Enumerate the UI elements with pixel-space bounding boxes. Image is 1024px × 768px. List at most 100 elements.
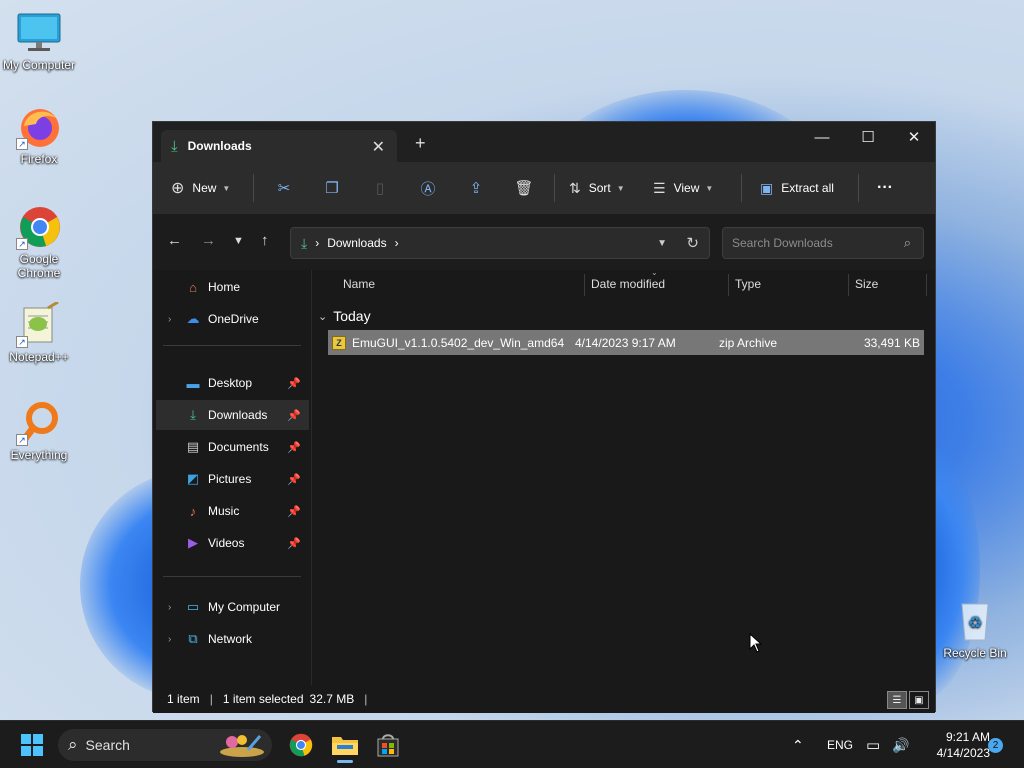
paste-icon[interactable]: ▯ <box>356 172 404 204</box>
taskbar-chrome[interactable] <box>281 727 321 763</box>
new-tab-button[interactable]: + <box>415 133 426 154</box>
sidebar-item-documents[interactable]: ▤ Documents 📌 <box>156 432 309 462</box>
forward-arrow-icon[interactable]: → <box>201 232 216 249</box>
sidebar-item-videos[interactable]: ▶ Videos 📌 <box>156 528 309 558</box>
share-icon[interactable]: ⇪ <box>452 172 500 204</box>
svg-text:♻: ♻ <box>968 613 982 632</box>
column-header-date[interactable]: Date modified ⌄ <box>584 268 728 298</box>
download-arrow-icon: ⤓ <box>190 407 196 422</box>
column-separator[interactable] <box>926 274 927 296</box>
desktop-icon-label: Everything <box>10 448 68 462</box>
view-button[interactable]: ☰ View ▼ <box>645 172 735 204</box>
desktop-icon-label: Firefox <box>20 152 58 166</box>
expand-chevron-icon[interactable]: › <box>168 314 171 325</box>
column-header-type[interactable]: Type <box>728 270 848 298</box>
more-options-button[interactable]: ··· <box>865 172 905 204</box>
sidebar-item-onedrive[interactable]: › ☁ OneDrive <box>156 304 309 334</box>
tiles-view-icon[interactable]: ▣ <box>909 691 929 709</box>
expand-chevron-icon[interactable]: › <box>168 602 171 613</box>
monitor-icon <box>16 10 62 56</box>
mouse-cursor-icon <box>749 632 763 656</box>
sort-icon: ⇅ <box>569 179 581 196</box>
sidebar-item-downloads[interactable]: ⤓ Downloads 📌 <box>156 400 309 430</box>
view-button-label: View <box>673 181 700 195</box>
notification-count: 2 <box>988 737 1003 753</box>
tab-downloads[interactable]: ⤓ Downloads ✕ <box>161 130 397 162</box>
delete-icon[interactable]: 🗑 <box>500 172 548 204</box>
search-icon: ⌕ <box>68 735 78 754</box>
up-arrow-icon[interactable]: ↑ <box>261 232 269 249</box>
column-header-name[interactable]: Name <box>336 270 584 298</box>
search-icon: ⌕ <box>903 235 911 250</box>
taskbar-store[interactable] <box>368 727 408 763</box>
pin-icon[interactable]: 📌 <box>287 473 301 486</box>
cut-icon[interactable]: ✂ <box>260 172 308 204</box>
desktop-icon-recycle-bin[interactable]: ♻ Recycle Bin <box>936 598 1014 660</box>
group-header-today[interactable]: ⌄ Today <box>318 308 371 324</box>
refresh-icon[interactable]: ↻ <box>686 234 699 252</box>
file-list: Name Date modified ⌄ Type Size ⌄ Today Z… <box>312 268 935 685</box>
pin-icon[interactable]: 📌 <box>287 409 301 422</box>
start-button[interactable] <box>12 727 52 763</box>
sidebar-item-home[interactable]: ⌂ Home <box>156 272 309 302</box>
chevron-down-icon: ▼ <box>705 183 714 193</box>
pin-icon[interactable]: 📌 <box>287 441 301 454</box>
desktop-icon-firefox[interactable]: ↗ Firefox <box>0 104 78 166</box>
desktop-icon-my-computer[interactable]: My Computer <box>0 10 78 72</box>
maximize-button[interactable]: ☐ <box>845 122 891 152</box>
column-header-label: Date modified <box>591 277 666 291</box>
music-icon: ♪ <box>189 503 197 519</box>
sidebar-item-my-computer[interactable]: › ▭ My Computer <box>156 592 309 622</box>
network-status-icon[interactable]: ▭ <box>866 721 880 768</box>
rename-icon[interactable]: Ⓐ <box>404 172 452 204</box>
sidebar-item-desktop[interactable]: ▬ Desktop 📌 <box>156 368 309 398</box>
sidebar-item-label: Music <box>208 504 240 518</box>
sidebar-item-label: Pictures <box>208 472 252 486</box>
clock[interactable]: 9:21 AM 4/14/2023 <box>920 721 990 768</box>
show-hidden-icons-button[interactable]: ⌃ <box>792 721 804 768</box>
sidebar-item-pictures[interactable]: ◩ Pictures 📌 <box>156 464 309 494</box>
pin-icon[interactable]: 📌 <box>287 537 301 550</box>
recent-chevron-icon[interactable]: ▼ <box>233 235 244 247</box>
desktop-icon-label: Notepad++ <box>9 350 69 364</box>
toolbar-divider <box>858 174 859 202</box>
new-button[interactable]: ⊕ New ▼ <box>171 172 247 204</box>
sidebar-item-music[interactable]: ♪ Music 📌 <box>156 496 309 526</box>
extract-all-button[interactable]: ▣ Extract all <box>748 172 852 204</box>
close-tab-icon[interactable]: ✕ <box>372 137 385 157</box>
notification-badge[interactable]: 2 <box>988 721 1003 768</box>
minimize-button[interactable]: — <box>799 122 845 152</box>
desktop-icon-label: My Computer <box>2 58 76 72</box>
details-view-icon[interactable]: ☰ <box>887 691 907 709</box>
sidebar-item-label: My Computer <box>208 600 281 614</box>
sort-button[interactable]: ⇅ Sort ▼ <box>561 172 645 204</box>
taskbar-search[interactable]: ⌕ Search <box>58 729 272 761</box>
copy-icon[interactable]: ❐ <box>308 172 356 204</box>
search-input[interactable]: Search Downloads ⌕ <box>722 227 924 259</box>
expand-chevron-icon[interactable]: › <box>168 634 171 645</box>
sidebar-item-network[interactable]: › ⧉ Network <box>156 624 309 654</box>
address-bar[interactable]: ⤓ › Downloads › ▼ ↻ <box>290 227 710 259</box>
search-highlight-icon <box>218 732 266 761</box>
address-dropdown-icon[interactable]: ▼ <box>657 238 667 249</box>
sort-chevron-icon: ⌄ <box>651 268 658 277</box>
close-window-button[interactable]: ✕ <box>891 122 937 152</box>
column-header-size[interactable]: Size <box>848 270 926 298</box>
breadcrumb-downloads[interactable]: Downloads <box>327 236 386 250</box>
language-indicator[interactable]: ENG <box>827 721 853 768</box>
home-icon: ⌂ <box>189 279 197 295</box>
document-icon: ▤ <box>186 439 200 454</box>
pin-icon[interactable]: 📌 <box>287 505 301 518</box>
download-arrow-icon: ⤓ <box>301 234 308 251</box>
sidebar-item-label: Home <box>208 280 241 294</box>
pin-icon[interactable]: 📌 <box>287 377 301 390</box>
table-row[interactable]: Z EmuGUI_v1.1.0.5402_dev_Win_amd64 4/14/… <box>328 330 924 355</box>
volume-icon[interactable]: 🔊 <box>892 721 909 768</box>
back-arrow-icon[interactable]: ← <box>167 232 182 249</box>
download-arrow-icon: ⤓ <box>171 137 178 155</box>
store-icon <box>377 734 399 757</box>
desktop-icon-notepadpp[interactable]: ↗ Notepad++ <box>0 300 78 364</box>
taskbar-file-explorer[interactable] <box>325 727 365 763</box>
desktop-icon-everything[interactable]: ↗ Everything <box>0 400 78 462</box>
desktop-icon-chrome[interactable]: ↗ Google Chrome <box>0 204 78 280</box>
